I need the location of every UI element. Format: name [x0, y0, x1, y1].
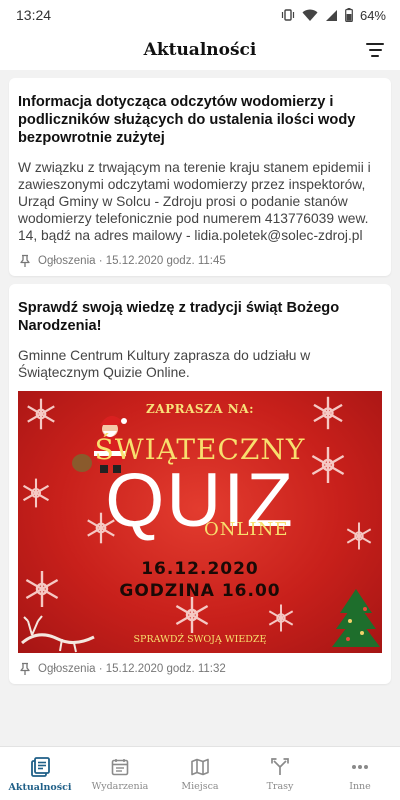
- wifi-icon: [302, 9, 318, 21]
- news-card[interactable]: Informacja dotycząca odczytów wodomierzy…: [9, 78, 391, 276]
- snowflake-icon: [268, 604, 294, 632]
- quiz-promo-image[interactable]: ZAPRASZA NA: ŚWIĄTECZNY QUIZ ONLINE 16.1…: [18, 391, 382, 653]
- news-card-title: Informacja dotycząca odczytów wodomierzy…: [18, 94, 356, 146]
- nav-item-inne[interactable]: Inne: [320, 747, 400, 800]
- news-card-title: Sprawdź swoją wiedzę z tradycji świąt Bo…: [18, 300, 340, 334]
- promo-invite-text: ZAPRASZA NA:: [146, 402, 254, 416]
- promo-footer-text: SPRAWDŹ SWOJĄ WIEDZĘ: [133, 634, 267, 645]
- nav-item-trasy[interactable]: Trasy: [240, 747, 320, 800]
- bottom-navigation: Aktualności Wydarzenia Miejsca Trasy Inn…: [0, 746, 400, 800]
- vibrate-icon: [281, 9, 295, 21]
- nav-label: Trasy: [266, 781, 294, 792]
- nav-label: Wydarzenia: [91, 781, 149, 792]
- signal-icon: [325, 9, 337, 21]
- news-card-body: Gminne Centrum Kultury zaprasza do udzia…: [18, 348, 311, 380]
- promo-date: 16.12.2020: [141, 559, 259, 579]
- nav-label: Miejsca: [181, 781, 219, 792]
- nav-item-aktualnosci[interactable]: Aktualności: [0, 747, 80, 800]
- status-icons: 64%: [281, 8, 386, 23]
- promo-time: GODZINA 16.00: [119, 581, 281, 601]
- snowflake-icon: [175, 597, 209, 633]
- news-feed[interactable]: Informacja dotycząca odczytów wodomierzy…: [0, 70, 400, 746]
- battery-icon: [345, 8, 353, 22]
- page-title: Aktualności: [143, 40, 257, 60]
- battery-percentage: 64%: [359, 7, 386, 23]
- news-card-meta: Ogłoszenia · 15.12.2020 godz. 11:32: [18, 662, 382, 676]
- news-card[interactable]: Sprawdź swoją wiedzę z tradycji świąt Bo…: [9, 284, 391, 684]
- calendar-icon: [111, 759, 129, 776]
- news-card-meta: Ogłoszenia · 15.12.2020 godz. 11:45: [18, 254, 382, 268]
- pin-icon: [20, 662, 30, 675]
- promo-quiz-text: QUIZ: [105, 458, 295, 543]
- reindeer-illustration: [21, 615, 95, 653]
- news-card-meta-text: Ogłoszenia · 15.12.2020 godz. 11:45: [38, 255, 226, 267]
- nav-label: Aktualności: [8, 782, 72, 793]
- status-time: 13:24: [16, 7, 52, 23]
- promo-online-text: ONLINE: [204, 519, 289, 540]
- news-card-meta-text: Ogłoszenia · 15.12.2020 godz. 11:32: [38, 663, 226, 675]
- pin-icon: [20, 254, 30, 267]
- nav-item-miejsca[interactable]: Miejsca: [160, 747, 240, 800]
- app-header: Aktualności: [0, 30, 400, 70]
- route-icon: [271, 758, 289, 775]
- news-card-body: W związku z trwającym na terenie kraju s…: [18, 160, 371, 243]
- map-icon: [191, 758, 209, 776]
- nav-item-wydarzenia[interactable]: Wydarzenia: [80, 747, 160, 800]
- filter-icon: [366, 43, 384, 45]
- status-bar: 13:24 64%: [0, 0, 400, 30]
- more-icon: [352, 765, 368, 769]
- filter-button[interactable]: [364, 40, 386, 60]
- nav-label: Inne: [349, 781, 371, 792]
- news-icon: [31, 757, 50, 777]
